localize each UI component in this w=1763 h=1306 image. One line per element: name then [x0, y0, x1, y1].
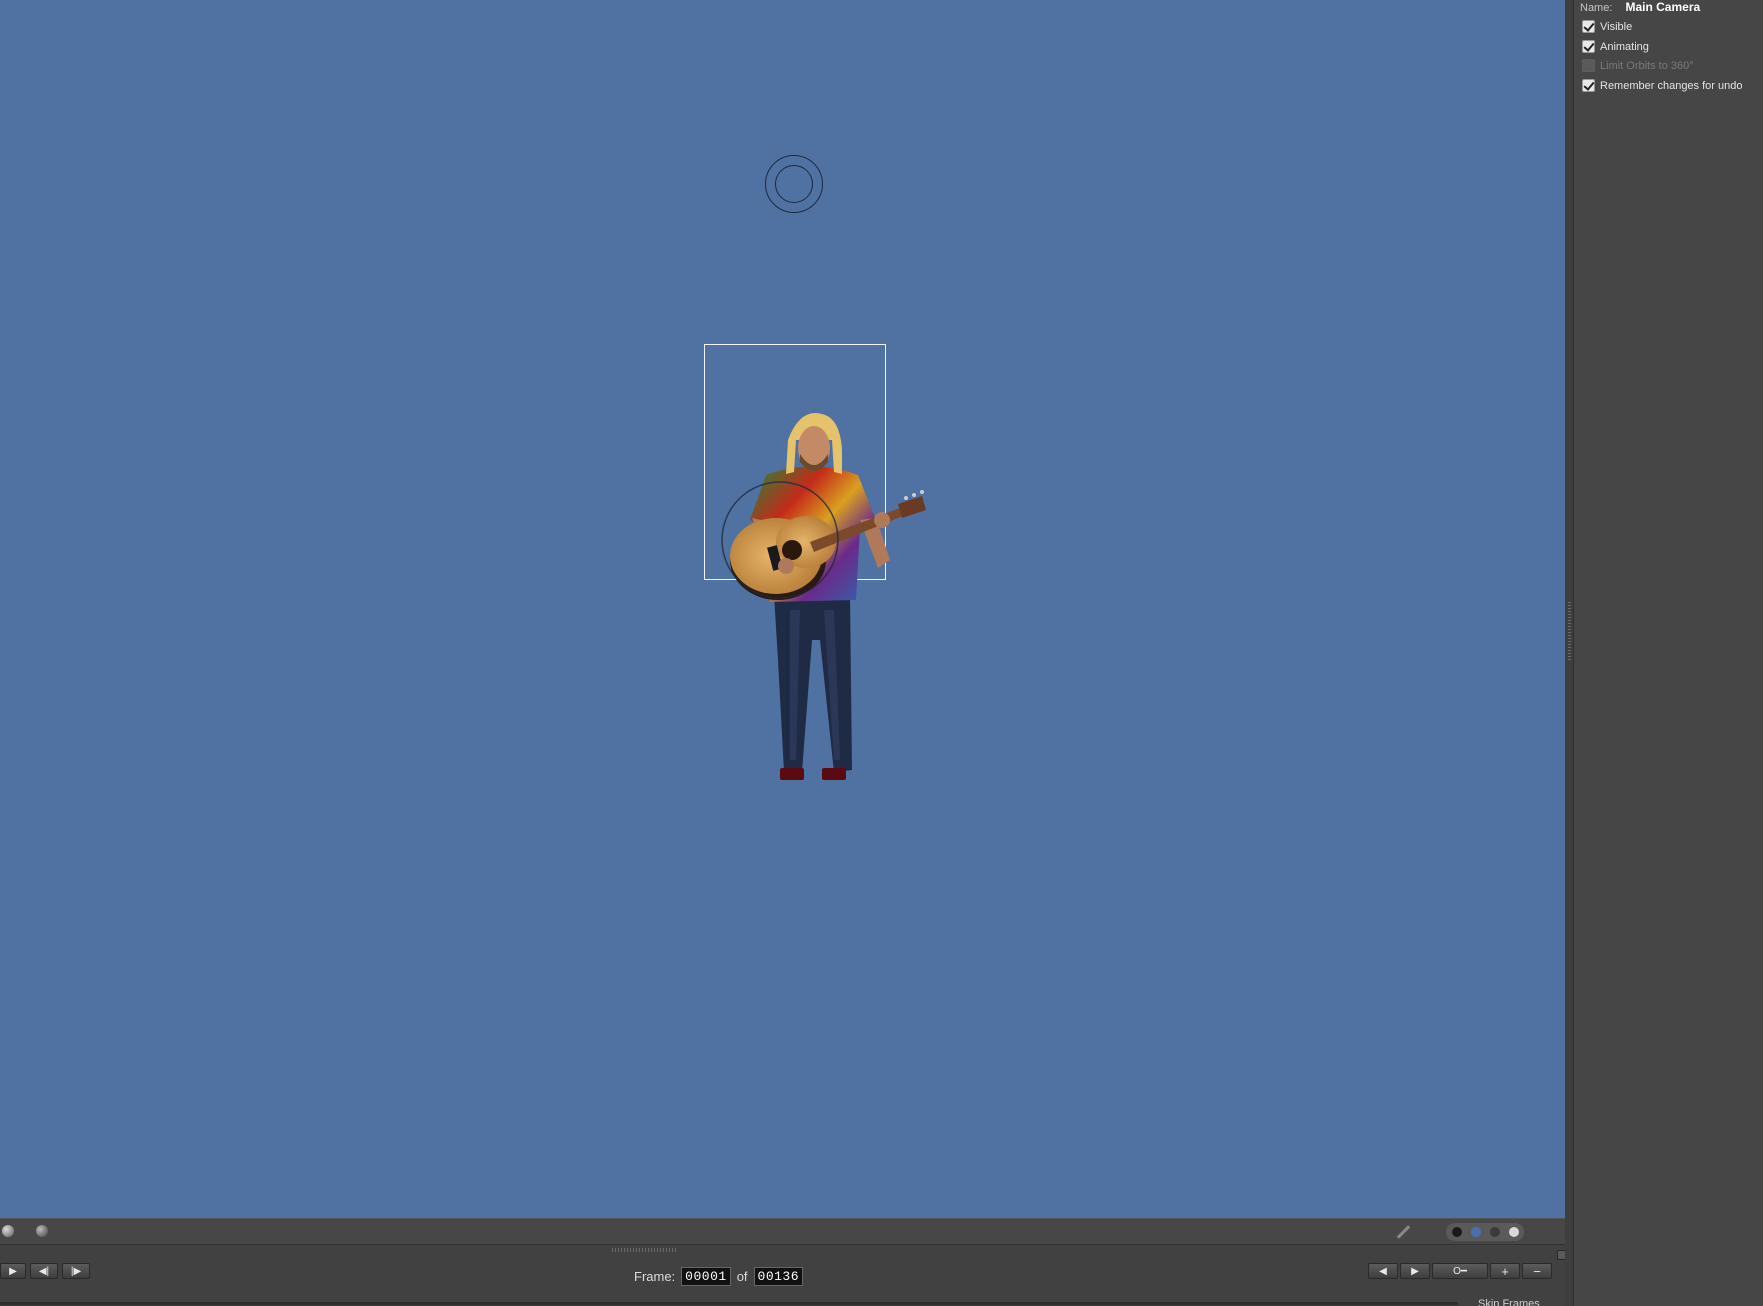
figure-right-shoe	[822, 768, 846, 780]
color-swatch-white[interactable]	[1509, 1227, 1519, 1237]
frame-label: Frame:	[634, 1269, 676, 1284]
figure-jeans	[774, 595, 852, 772]
add-keyframe-button[interactable]: +	[1490, 1263, 1520, 1279]
camera-name-row: Name: Main Camera	[1580, 0, 1700, 14]
guitar-headstock	[898, 496, 926, 518]
figure-left-shoe	[780, 768, 804, 780]
camera-name-value[interactable]: Main Camera	[1625, 0, 1700, 14]
frame-counter: Frame: 00001 of 00136	[634, 1267, 804, 1286]
camera-orbit-inner-ring[interactable]	[775, 165, 813, 203]
animating-label: Animating	[1600, 40, 1649, 53]
color-swatch-blue[interactable]	[1471, 1227, 1481, 1237]
guitar-soundhole	[782, 540, 802, 560]
animating-checkbox[interactable]	[1582, 40, 1595, 53]
lighting-ball-icon[interactable]	[2, 1225, 14, 1237]
3d-viewport[interactable]	[0, 0, 1565, 1218]
guitarist-figure[interactable]	[700, 410, 960, 790]
key-icon[interactable]: O━	[1432, 1263, 1488, 1279]
remember-undo-checkbox[interactable]	[1582, 79, 1595, 92]
pencil-icon[interactable]	[1396, 1225, 1411, 1239]
animation-timeline: ▶ ◀| |▶ Frame: 00001 of 00136 ◀ ▶ O━ + −	[0, 1244, 1567, 1306]
animating-option[interactable]: Animating	[1582, 40, 1649, 53]
timeline-resize-grip[interactable]	[612, 1248, 678, 1252]
figure-fretting-hand	[874, 512, 890, 528]
guitar-tuner-1	[904, 496, 908, 500]
current-frame-field[interactable]: 00001	[681, 1267, 731, 1286]
color-swatch-gray[interactable]	[1490, 1227, 1500, 1237]
step-back-button[interactable]: ◀|	[30, 1263, 58, 1279]
guitar-tuner-2	[912, 493, 916, 497]
figure-strumming-hand	[778, 558, 794, 574]
skip-frames-option[interactable]: Skip Frames	[1478, 1298, 1540, 1306]
visible-option[interactable]: Visible	[1582, 20, 1632, 33]
panel-resize-grip[interactable]	[1568, 600, 1571, 660]
remember-undo-label: Remember changes for undo	[1600, 79, 1743, 92]
limit-orbits-label: Limit Orbits to 360°	[1600, 59, 1694, 72]
render-ball-icon[interactable]	[36, 1225, 48, 1237]
total-frames-field[interactable]: 00136	[753, 1267, 804, 1286]
color-swatch-black[interactable]	[1452, 1227, 1462, 1237]
viewport-status-bar	[0, 1218, 1565, 1244]
timeline-track[interactable]	[0, 1302, 1458, 1305]
next-key-button[interactable]: ▶	[1400, 1263, 1430, 1279]
remember-undo-option[interactable]: Remember changes for undo	[1582, 79, 1742, 92]
properties-panel	[1565, 0, 1763, 1306]
play-button[interactable]: ▶	[0, 1263, 26, 1279]
guitar-tuner-3	[920, 490, 924, 494]
limit-orbits-checkbox	[1582, 59, 1595, 72]
name-label: Name:	[1580, 2, 1613, 14]
app-window: ▶ ◀| |▶ Frame: 00001 of 00136 ◀ ▶ O━ + −…	[0, 0, 1763, 1306]
step-forward-button[interactable]: |▶	[62, 1263, 90, 1279]
limit-orbits-option: Limit Orbits to 360°	[1582, 59, 1694, 72]
visible-checkbox[interactable]	[1582, 20, 1595, 33]
previous-key-button[interactable]: ◀	[1368, 1263, 1398, 1279]
remove-keyframe-button[interactable]: −	[1522, 1263, 1552, 1279]
visible-label: Visible	[1600, 20, 1633, 33]
frame-of-label: of	[736, 1269, 748, 1284]
skip-frames-label: Skip Frames	[1478, 1298, 1540, 1306]
